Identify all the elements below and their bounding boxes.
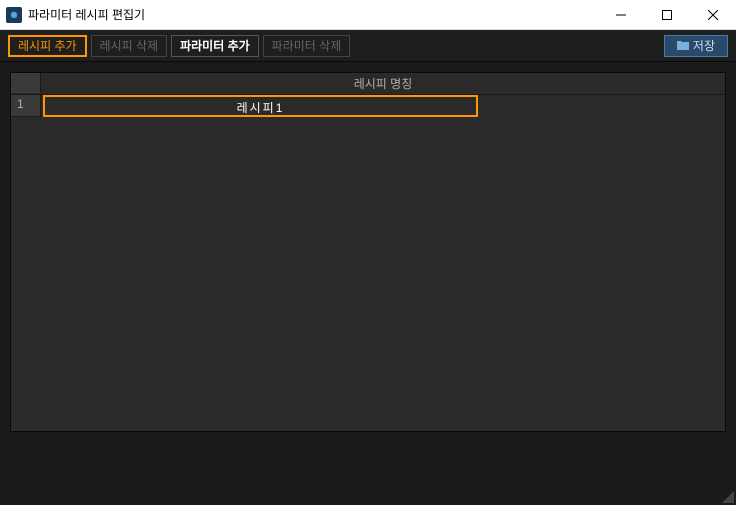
window-controls — [598, 0, 736, 29]
titlebar: ◉ 파라미터 레시피 편집기 — [0, 0, 736, 30]
close-button[interactable] — [690, 0, 736, 30]
row-number: 1 — [11, 95, 41, 117]
add-parameter-button[interactable]: 파라미터 추가 — [171, 35, 259, 57]
recipe-table: 레시피 명칭 1 레시피1 — [10, 72, 726, 432]
maximize-button[interactable] — [644, 0, 690, 30]
header-name-column: 레시피 명칭 — [41, 73, 725, 94]
save-button[interactable]: 저장 — [664, 35, 728, 57]
delete-parameter-button[interactable]: 파라미터 삭제 — [263, 35, 351, 57]
app-icon: ◉ — [6, 7, 22, 23]
table-row[interactable]: 1 레시피1 — [11, 95, 725, 117]
save-icon — [677, 39, 689, 53]
toolbar: 레시피 추가 레시피 삭제 파라미터 추가 파라미터 삭제 저장 — [0, 30, 736, 62]
recipe-name-cell[interactable]: 레시피1 — [43, 95, 478, 117]
resize-grip[interactable] — [718, 487, 734, 503]
add-recipe-button[interactable]: 레시피 추가 — [8, 35, 87, 57]
delete-recipe-button[interactable]: 레시피 삭제 — [91, 35, 168, 57]
header-number-column — [11, 73, 41, 93]
minimize-button[interactable] — [598, 0, 644, 30]
window-title: 파라미터 레시피 편집기 — [28, 6, 598, 23]
save-label: 저장 — [693, 37, 715, 54]
table-header: 레시피 명칭 — [11, 73, 725, 95]
content-area: 레시피 명칭 1 레시피1 — [0, 62, 736, 505]
